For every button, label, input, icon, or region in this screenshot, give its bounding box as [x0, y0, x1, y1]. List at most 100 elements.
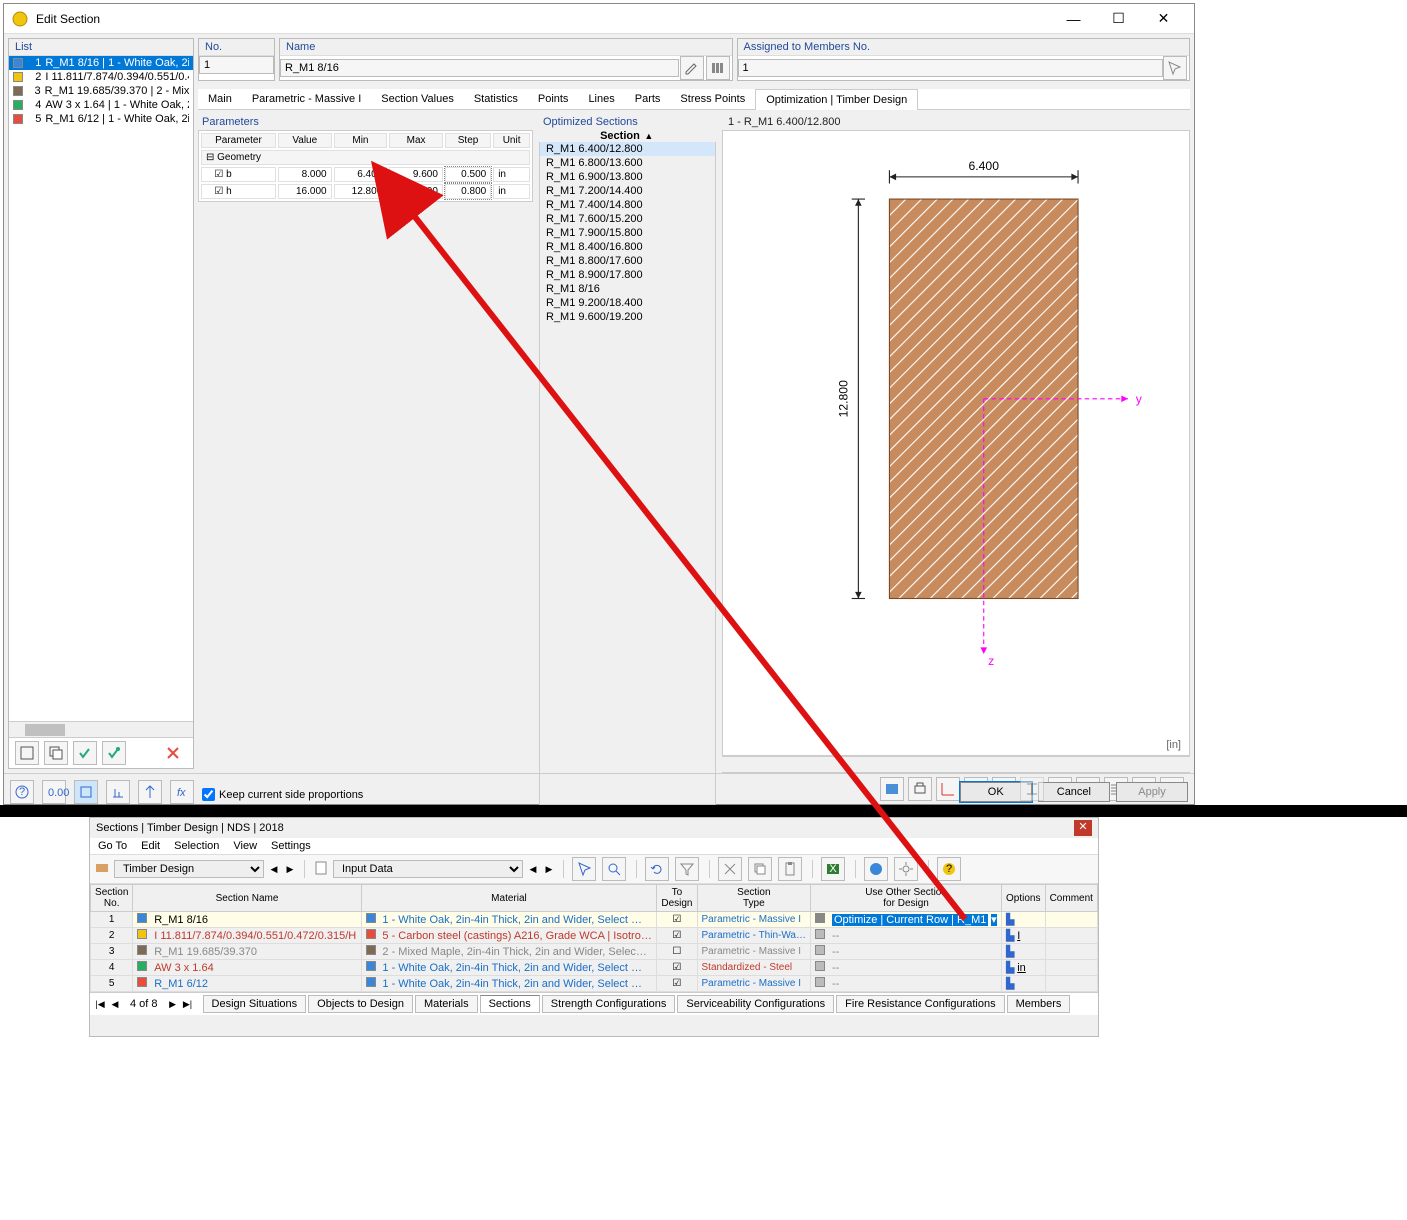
nav-tab[interactable]: Members — [1007, 995, 1071, 1013]
tool-excel[interactable]: X — [821, 857, 845, 881]
list-item[interactable]: 1R_M1 8/16 | 1 - White Oak, 2in-4 — [9, 56, 193, 70]
tool-paste[interactable] — [778, 857, 802, 881]
view-tool-ibeam2[interactable] — [1020, 777, 1044, 801]
data-nav-prev[interactable]: ◀ — [527, 864, 539, 875]
parameter-row[interactable]: ☑ b8.0006.4009.6000.500in — [201, 167, 530, 182]
nav-tab[interactable]: Design Situations — [203, 995, 307, 1013]
optimized-row[interactable]: R_M1 8.800/17.600 — [540, 254, 715, 268]
footer-tool-4[interactable] — [106, 780, 130, 804]
list-item[interactable]: 5R_M1 6/12 | 1 - White Oak, 2in-4 — [9, 112, 193, 126]
name-library-icon[interactable] — [706, 56, 730, 80]
view-tool-print[interactable] — [908, 777, 932, 801]
menu-item[interactable]: Edit — [141, 840, 160, 852]
optimized-row[interactable]: R_M1 8.900/17.800 — [540, 268, 715, 282]
optimized-sort-header[interactable]: Section ▲ — [539, 130, 716, 142]
list-tool-2[interactable] — [44, 741, 68, 765]
tool-help[interactable]: ? — [937, 857, 961, 881]
view-tool-axes[interactable] — [936, 777, 960, 801]
menu-item[interactable]: Selection — [174, 840, 219, 852]
name-edit-icon[interactable] — [680, 56, 704, 80]
optimized-row[interactable]: R_M1 9.600/19.200 — [540, 310, 715, 324]
assigned-pick-icon[interactable] — [1163, 56, 1187, 80]
optimized-row[interactable]: R_M1 7.600/15.200 — [540, 212, 715, 226]
delete-icon[interactable] — [161, 741, 185, 765]
tool-pointer[interactable] — [572, 857, 596, 881]
tab[interactable]: Lines — [578, 89, 624, 109]
tab[interactable]: Section Values — [371, 89, 464, 109]
design-selector[interactable]: Timber Design — [114, 860, 264, 878]
keep-proportions-label: Keep current side proportions — [219, 789, 363, 801]
nav-next[interactable]: ▶ — [167, 999, 179, 1010]
design-nav-prev[interactable]: ◀ — [268, 864, 280, 875]
tab[interactable]: Main — [198, 89, 242, 109]
nav-tab[interactable]: Materials — [415, 995, 478, 1013]
menu-item[interactable]: Go To — [98, 840, 127, 852]
menu-item[interactable]: View — [233, 840, 257, 852]
tool-filter[interactable] — [675, 857, 699, 881]
list-tool-4[interactable] — [102, 741, 126, 765]
sections-grid[interactable]: SectionNo.Section NameMaterialToDesignSe… — [90, 884, 1098, 992]
footer-tool-5[interactable] — [138, 780, 162, 804]
tab[interactable]: Points — [528, 89, 579, 109]
tab[interactable]: Optimization | Timber Design — [755, 89, 918, 110]
table-row[interactable]: 5 R_M1 6/12 1 - White Oak, 2in-4in Thick… — [91, 976, 1098, 992]
data-selector[interactable]: Input Data — [333, 860, 523, 878]
optimized-row[interactable]: R_M1 7.900/15.800 — [540, 226, 715, 240]
tab[interactable]: Parametric - Massive I — [242, 89, 371, 109]
preview-scrollbar[interactable] — [722, 756, 1190, 772]
list-tool-3[interactable] — [73, 741, 97, 765]
nav-first[interactable]: |◀ — [94, 999, 106, 1010]
tool-cut[interactable] — [718, 857, 742, 881]
window-title: Edit Section — [36, 12, 1051, 26]
nav-tab[interactable]: Serviceability Configurations — [677, 995, 834, 1013]
tool-web[interactable] — [864, 857, 888, 881]
tab[interactable]: Statistics — [464, 89, 528, 109]
table-row[interactable]: 3 R_M1 19.685/39.370 2 - Mixed Maple, 2i… — [91, 944, 1098, 960]
list-item[interactable]: 4AW 3 x 1.64 | 1 - White Oak, 2in- — [9, 98, 193, 112]
section-preview[interactable]: 6.400 12.800 — [722, 130, 1190, 756]
nav-tab[interactable]: Objects to Design — [308, 995, 413, 1013]
cancel-button[interactable]: Cancel — [1038, 782, 1110, 802]
footer-tool-6[interactable]: fx — [170, 780, 194, 804]
nav-last[interactable]: ▶| — [182, 999, 194, 1010]
list-scrollbar[interactable] — [9, 721, 193, 737]
optimized-row[interactable]: R_M1 8.400/16.800 — [540, 240, 715, 254]
list-item[interactable]: 2I 11.811/7.874/0.394/0.551/0.472 — [9, 70, 193, 84]
table-row[interactable]: 2 I 11.811/7.874/0.394/0.551/0.472/0.315… — [91, 928, 1098, 944]
footer-tool-units[interactable]: 0.00 — [42, 780, 66, 804]
sections-close-icon[interactable]: ✕ — [1074, 820, 1092, 836]
tool-find[interactable] — [602, 857, 626, 881]
tool-config[interactable] — [894, 857, 918, 881]
parameters-grid[interactable]: ParameterValueMinMaxStepUnit ⊟ Geometry … — [198, 130, 533, 202]
view-tool-1[interactable] — [880, 777, 904, 801]
maximize-button[interactable]: ☐ — [1096, 4, 1141, 34]
optimized-row[interactable]: R_M1 7.400/14.800 — [540, 198, 715, 212]
optimized-row[interactable]: R_M1 6.900/13.800 — [540, 170, 715, 184]
list-item[interactable]: 3R_M1 19.685/39.370 | 2 - Mixed M — [9, 84, 193, 98]
footer-tool-3[interactable] — [74, 780, 98, 804]
list-tool-1[interactable] — [15, 741, 39, 765]
data-nav-next[interactable]: ▶ — [543, 864, 555, 875]
optimized-row[interactable]: R_M1 6.800/13.600 — [540, 156, 715, 170]
menu-item[interactable]: Settings — [271, 840, 311, 852]
table-row[interactable]: 1 R_M1 8/16 1 - White Oak, 2in-4in Thick… — [91, 912, 1098, 928]
optimized-row[interactable]: R_M1 6.400/12.800 — [540, 142, 715, 156]
nav-prev[interactable]: ◀ — [109, 999, 121, 1010]
optimized-row[interactable]: R_M1 8/16 — [540, 282, 715, 296]
close-button[interactable]: ✕ — [1141, 4, 1186, 34]
parameter-row[interactable]: ☑ h16.00012.80019.2000.800in — [201, 184, 530, 199]
footer-tool-info[interactable]: ? — [10, 780, 34, 804]
tab[interactable]: Parts — [625, 89, 671, 109]
tool-copy[interactable] — [748, 857, 772, 881]
tool-refresh[interactable] — [645, 857, 669, 881]
table-row[interactable]: 4 AW 3 x 1.64 1 - White Oak, 2in-4in Thi… — [91, 960, 1098, 976]
minimize-button[interactable]: — — [1051, 4, 1096, 34]
design-nav-next[interactable]: ▶ — [284, 864, 296, 875]
nav-tab[interactable]: Strength Configurations — [542, 995, 676, 1013]
tab[interactable]: Stress Points — [670, 89, 755, 109]
nav-tab[interactable]: Fire Resistance Configurations — [836, 995, 1004, 1013]
optimized-row[interactable]: R_M1 9.200/18.400 — [540, 296, 715, 310]
keep-proportions-checkbox[interactable] — [202, 788, 215, 801]
nav-tab[interactable]: Sections — [480, 995, 540, 1013]
optimized-row[interactable]: R_M1 7.200/14.400 — [540, 184, 715, 198]
